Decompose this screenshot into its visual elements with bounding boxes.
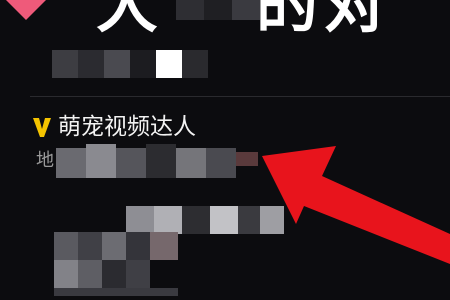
content-censor-mosaic [54, 232, 184, 296]
bio-censor-mosaic [56, 144, 266, 178]
bio-prefix-text: 地 [36, 150, 54, 171]
heart-icon [6, 0, 46, 20]
section-divider [30, 96, 450, 97]
title-censor-mosaic [176, 0, 260, 20]
verified-badge-label: 萌宠视频达人 [58, 114, 196, 140]
verified-v-icon [33, 118, 51, 137]
profile-screen: 大的对 萌宠视频达人 地 [0, 0, 450, 300]
profile-header: 大的对 [0, 0, 450, 36]
title-left-text: 大 [96, 0, 165, 41]
title-right-text: 的对 [256, 0, 393, 41]
verified-badge-row[interactable]: 萌宠视频达人 [32, 112, 332, 142]
stats-censor-mosaic [126, 206, 286, 234]
username-censor-mosaic [52, 50, 212, 78]
